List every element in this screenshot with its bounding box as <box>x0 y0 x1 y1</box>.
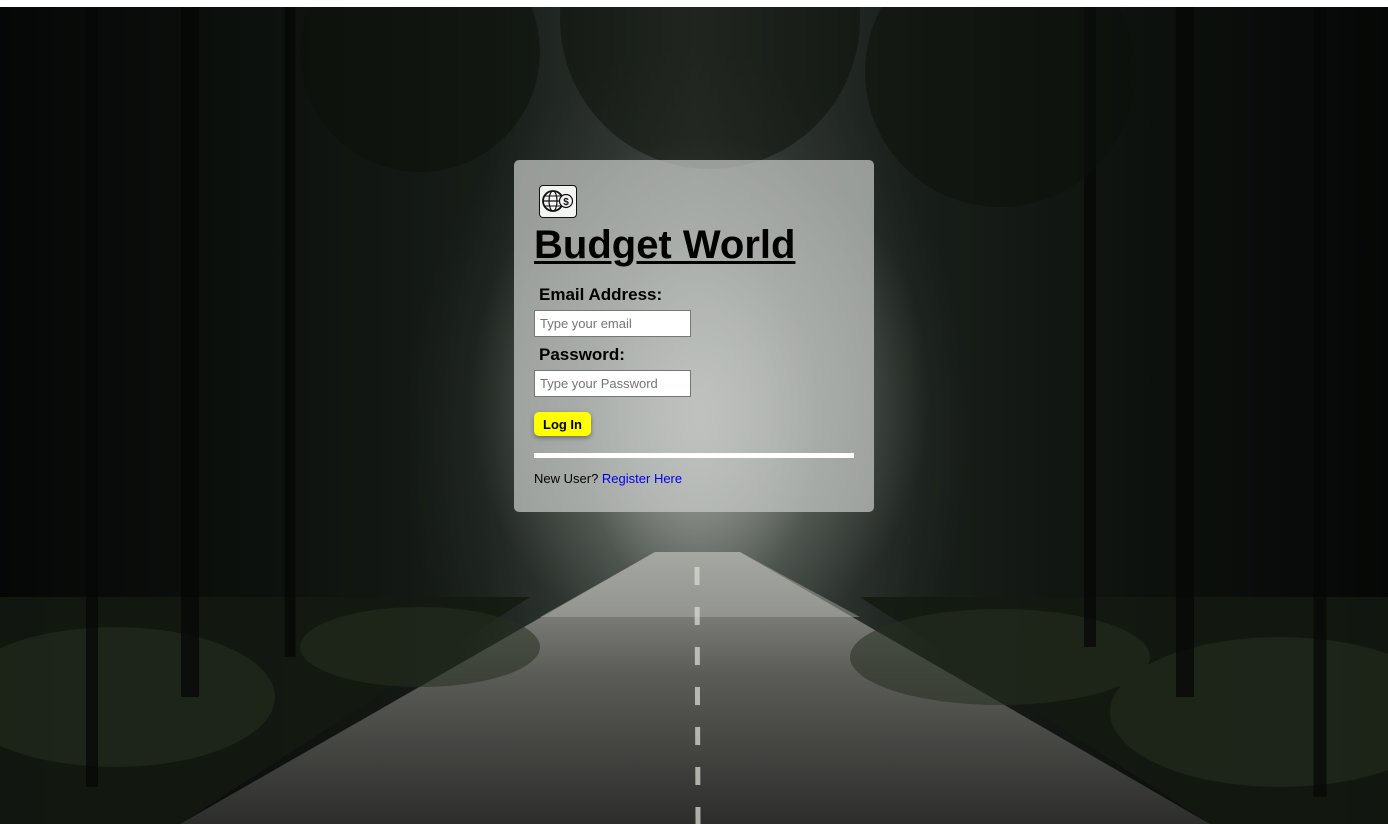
password-label: Password: <box>539 345 625 364</box>
svg-text:$: $ <box>563 197 569 208</box>
email-input[interactable] <box>534 310 691 337</box>
register-prompt-line: New User? Register Here <box>534 471 854 486</box>
form-divider <box>534 453 854 458</box>
password-input[interactable] <box>534 370 691 397</box>
email-label: Email Address: <box>539 285 663 304</box>
login-page: $ Budget World Email Address: Password: … <box>0 0 1388 824</box>
brand-title: Budget World <box>534 223 796 267</box>
log-in-button[interactable]: Log In <box>534 412 591 436</box>
globe-dollar-icon: $ <box>539 185 577 218</box>
new-user-text: New User? <box>534 471 599 486</box>
login-card: $ Budget World Email Address: Password: … <box>514 160 874 512</box>
register-link[interactable]: Register Here <box>602 471 682 486</box>
